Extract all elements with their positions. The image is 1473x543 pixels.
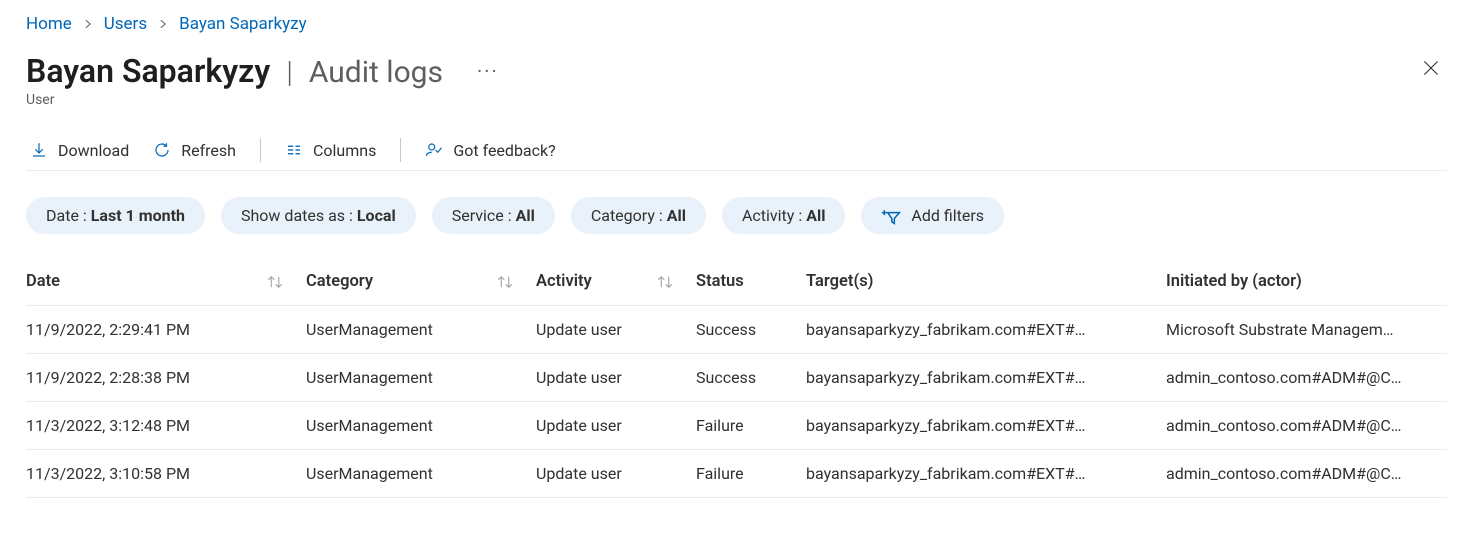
refresh-label: Refresh — [181, 141, 236, 160]
command-separator — [260, 138, 261, 162]
table-cell-targets: bayansaparkyzy_fabrikam.com#EXT#… — [806, 450, 1166, 497]
table-header-targets-label: Target(s) — [806, 272, 873, 291]
table-header-date-label: Date — [26, 272, 60, 291]
table-cell-initiated-by: admin_contoso.com#ADM#@C… — [1166, 450, 1447, 497]
table-cell-activity: Update user — [536, 354, 696, 401]
table-cell-initiated-by: admin_contoso.com#ADM#@C… — [1166, 402, 1447, 449]
table-header-date[interactable]: Date — [26, 258, 306, 305]
feedback-button[interactable]: Got feedback? — [425, 141, 555, 160]
sort-icon — [656, 274, 674, 290]
table-cell-activity: Update user — [536, 306, 696, 353]
filter-date[interactable]: Date : Last 1 month — [26, 197, 205, 234]
table-row[interactable]: 11/3/2022, 3:12:48 PMUserManagementUpdat… — [26, 402, 1447, 450]
table-header-category[interactable]: Category — [306, 258, 536, 305]
feedback-label: Got feedback? — [453, 141, 555, 160]
page-subtitle: User — [26, 92, 499, 108]
table-cell-category: UserManagement — [306, 402, 536, 449]
table-header-targets[interactable]: Target(s) — [806, 258, 1166, 305]
breadcrumb: Home Users Bayan Saparkyzy — [26, 14, 1447, 34]
table-row[interactable]: 11/3/2022, 3:10:58 PMUserManagementUpdat… — [26, 450, 1447, 498]
breadcrumb-link-current[interactable]: Bayan Saparkyzy — [179, 14, 307, 34]
columns-button[interactable]: Columns — [285, 141, 376, 160]
table-header-activity-label: Activity — [536, 272, 592, 291]
filter-date-label: Date : — [46, 206, 87, 225]
table-cell-status: Failure — [696, 450, 806, 497]
filter-show-dates-value: Local — [357, 206, 396, 225]
command-bar: Download Refresh Columns Got feedback? — [26, 130, 1447, 171]
more-actions-button[interactable]: ··· — [477, 59, 499, 83]
filter-show-dates[interactable]: Show dates as : Local — [221, 197, 416, 234]
filter-category-label: Category : — [591, 206, 663, 225]
filter-activity-value: All — [806, 206, 825, 225]
download-button[interactable]: Download — [30, 141, 129, 160]
chevron-right-icon — [157, 18, 169, 30]
filter-bar: Date : Last 1 month Show dates as : Loca… — [26, 197, 1447, 234]
audit-log-table: Date Category Activity Status Target(s) … — [26, 258, 1447, 498]
table-cell-initiated-by: Microsoft Substrate Managem… — [1166, 306, 1447, 353]
table-cell-date: 11/3/2022, 3:12:48 PM — [26, 402, 306, 449]
filter-category[interactable]: Category : All — [571, 197, 706, 234]
sort-icon — [496, 274, 514, 290]
table-header-status[interactable]: Status — [696, 258, 806, 305]
table-cell-date: 11/9/2022, 2:28:38 PM — [26, 354, 306, 401]
table-header-initiated-by-label: Initiated by (actor) — [1166, 272, 1302, 291]
table-cell-category: UserManagement — [306, 306, 536, 353]
table-cell-activity: Update user — [536, 402, 696, 449]
table-header-status-label: Status — [696, 272, 744, 291]
table-header-row: Date Category Activity Status Target(s) … — [26, 258, 1447, 306]
filter-activity-label: Activity : — [742, 206, 802, 225]
table-row[interactable]: 11/9/2022, 2:29:41 PMUserManagementUpdat… — [26, 306, 1447, 354]
table-cell-status: Failure — [696, 402, 806, 449]
breadcrumb-link-users[interactable]: Users — [104, 14, 147, 34]
feedback-icon — [425, 141, 443, 159]
add-filter-icon — [881, 207, 901, 225]
table-cell-targets: bayansaparkyzy_fabrikam.com#EXT#… — [806, 306, 1166, 353]
filter-activity[interactable]: Activity : All — [722, 197, 845, 234]
table-cell-activity: Update user — [536, 450, 696, 497]
close-icon — [1421, 58, 1441, 78]
table-cell-targets: bayansaparkyzy_fabrikam.com#EXT#… — [806, 402, 1166, 449]
command-separator — [400, 138, 401, 162]
table-cell-category: UserManagement — [306, 450, 536, 497]
refresh-icon — [153, 141, 171, 159]
page-title-section: Audit logs — [309, 55, 443, 90]
page-title-entity: Bayan Saparkyzy — [26, 52, 270, 90]
filter-service-value: All — [516, 206, 535, 225]
table-header-initiated-by[interactable]: Initiated by (actor) — [1166, 258, 1447, 305]
table-cell-date: 11/3/2022, 3:10:58 PM — [26, 450, 306, 497]
add-filters-label: Add filters — [911, 206, 984, 225]
add-filters-button[interactable]: Add filters — [861, 197, 1004, 234]
refresh-button[interactable]: Refresh — [153, 141, 236, 160]
filter-date-value: Last 1 month — [91, 206, 185, 225]
table-cell-status: Success — [696, 354, 806, 401]
filter-service-label: Service : — [452, 206, 512, 225]
download-icon — [30, 141, 48, 159]
sort-icon — [266, 274, 284, 290]
table-header-activity[interactable]: Activity — [536, 258, 696, 305]
download-label: Download — [58, 141, 129, 160]
columns-icon — [285, 141, 303, 159]
chevron-right-icon — [82, 18, 94, 30]
table-cell-category: UserManagement — [306, 354, 536, 401]
table-cell-date: 11/9/2022, 2:29:41 PM — [26, 306, 306, 353]
table-row[interactable]: 11/9/2022, 2:28:38 PMUserManagementUpdat… — [26, 354, 1447, 402]
breadcrumb-link-home[interactable]: Home — [26, 14, 72, 34]
title-divider: | — [286, 55, 293, 90]
close-button[interactable] — [1415, 52, 1447, 84]
table-cell-initiated-by: admin_contoso.com#ADM#@C… — [1166, 354, 1447, 401]
table-cell-targets: bayansaparkyzy_fabrikam.com#EXT#… — [806, 354, 1166, 401]
table-header-category-label: Category — [306, 272, 373, 291]
columns-label: Columns — [313, 141, 376, 160]
filter-service[interactable]: Service : All — [432, 197, 555, 234]
filter-show-dates-label: Show dates as : — [241, 206, 353, 225]
filter-category-value: All — [667, 206, 686, 225]
table-cell-status: Success — [696, 306, 806, 353]
